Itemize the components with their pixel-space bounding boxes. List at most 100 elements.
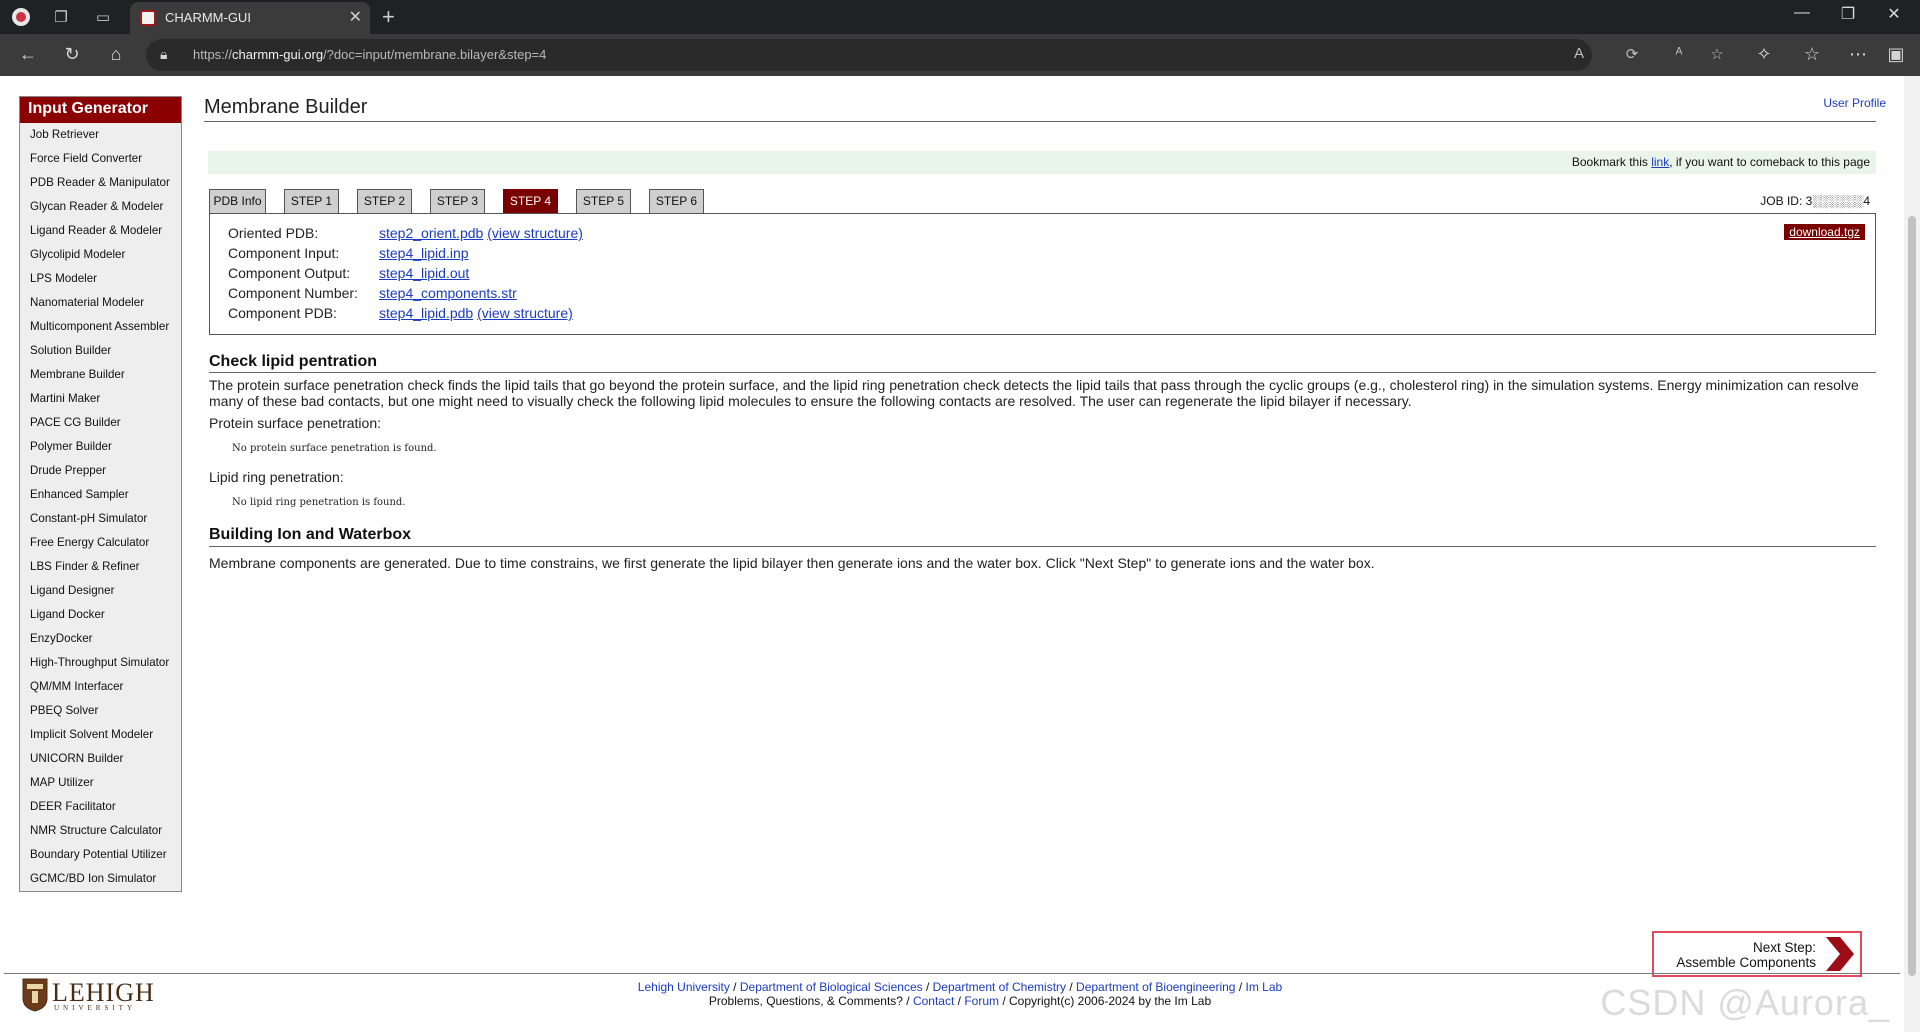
sidebar-item-lbs-finder-refiner[interactable]: LBS Finder & Refiner bbox=[20, 555, 181, 579]
file-link[interactable]: step2_orient.pdb bbox=[379, 225, 483, 241]
extensions-icon[interactable]: ✧ bbox=[1752, 44, 1776, 65]
output-files-box: download.tgz Oriented PDB: step2_orient.p… bbox=[209, 213, 1876, 335]
footer-link-department-of-chemistry[interactable]: Department of Chemistry bbox=[933, 980, 1066, 994]
sidebar-item-qm-mm-interfacer[interactable]: QM/MM Interfacer bbox=[20, 675, 181, 699]
bookmark-suffix: , if you want to comeback to this page bbox=[1669, 155, 1870, 169]
job-id: JOB ID: 3░░░░░░4 bbox=[1760, 194, 1870, 208]
sidebar-item-polymer-builder[interactable]: Polymer Builder bbox=[20, 435, 181, 459]
next-step-button[interactable]: Next Step: Assemble Components bbox=[1652, 931, 1862, 977]
tab-step-3[interactable]: STEP 3 bbox=[430, 189, 485, 213]
bookmark-link[interactable]: link bbox=[1651, 155, 1669, 169]
sidebar-item-solution-builder[interactable]: Solution Builder bbox=[20, 339, 181, 363]
more-options-icon[interactable]: ⋯ bbox=[1846, 44, 1870, 65]
sidebar-item-drude-prepper[interactable]: Drude Prepper bbox=[20, 459, 181, 483]
lock-icon[interactable]: 🔒︎ bbox=[160, 46, 167, 63]
profile-avatar-icon[interactable] bbox=[10, 6, 32, 28]
sidebar-item-glycolipid-modeler[interactable]: Glycolipid Modeler bbox=[20, 243, 181, 267]
sidebar-item-lps-modeler[interactable]: LPS Modeler bbox=[20, 267, 181, 291]
footer-link-department-of-biological-sciences[interactable]: Department of Biological Sciences bbox=[740, 980, 923, 994]
home-icon[interactable]: ⌂ bbox=[104, 44, 128, 65]
footer-problems-text: Problems, Questions, & Comments? / bbox=[708, 994, 913, 1008]
sidebar-item-free-energy-calculator[interactable]: Free Energy Calculator bbox=[20, 531, 181, 555]
sidebar-item-constant-ph-simulator[interactable]: Constant-pH Simulator bbox=[20, 507, 181, 531]
sidebar-item-multicomponent-assembler[interactable]: Multicomponent Assembler bbox=[20, 315, 181, 339]
sidebar-item-membrane-builder[interactable]: Membrane Builder bbox=[20, 363, 181, 387]
sidebar-item-martini-maker[interactable]: Martini Maker bbox=[20, 387, 181, 411]
file-label: Component Input: bbox=[228, 245, 340, 261]
sidebar-item-pbeq-solver[interactable]: PBEQ Solver bbox=[20, 699, 181, 723]
sidebar-item-ligand-designer[interactable]: Ligand Designer bbox=[20, 579, 181, 603]
sidebar-item-boundary-potential-utilizer[interactable]: Boundary Potential Utilizer bbox=[20, 843, 181, 867]
file-link[interactable]: step4_lipid.out bbox=[379, 265, 469, 281]
browser-tab-bar: ❐ ▭ CHARMM-GUI ✕ + — ❐ ✕ bbox=[0, 0, 1920, 34]
page-title: Membrane Builder bbox=[204, 96, 368, 118]
footer-link-lehigh-university[interactable]: Lehigh University bbox=[638, 980, 730, 994]
sidebar-toggle-icon[interactable]: ▣ bbox=[1884, 44, 1908, 65]
translate-icon[interactable]: ⟳ bbox=[1621, 45, 1643, 63]
workspaces-icon[interactable]: ❐ bbox=[50, 6, 72, 28]
file-link[interactable]: step4_lipid.inp bbox=[379, 245, 469, 261]
bookmark-bar: Bookmark this link, if you want to comeb… bbox=[208, 151, 1876, 174]
back-icon[interactable]: ← bbox=[16, 44, 40, 65]
sidebar-item-ligand-docker[interactable]: Ligand Docker bbox=[20, 603, 181, 627]
footer-contact-link[interactable]: Contact bbox=[913, 994, 954, 1008]
sidebar-item-enhanced-sampler[interactable]: Enhanced Sampler bbox=[20, 483, 181, 507]
sidebar-item-glycan-reader-modeler[interactable]: Glycan Reader & Modeler bbox=[20, 195, 181, 219]
sidebar-item-unicorn-builder[interactable]: UNICORN Builder bbox=[20, 747, 181, 771]
sidebar-item-pdb-reader-manipulator[interactable]: PDB Reader & Manipulator bbox=[20, 171, 181, 195]
restore-icon[interactable]: ❐ bbox=[1825, 4, 1871, 24]
footer-forum-link[interactable]: Forum bbox=[964, 994, 999, 1008]
vertical-tabs-icon[interactable]: ▭ bbox=[92, 6, 114, 28]
new-tab-icon[interactable]: + bbox=[382, 4, 395, 30]
refresh-icon[interactable]: ↻ bbox=[60, 44, 84, 65]
sidebar-item-deer-facilitator[interactable]: DEER Facilitator bbox=[20, 795, 181, 819]
view-structure-link[interactable]: (view structure) bbox=[477, 305, 573, 321]
close-tab-icon[interactable]: ✕ bbox=[349, 7, 362, 27]
sidebar-item-ligand-reader-modeler[interactable]: Ligand Reader & Modeler bbox=[20, 219, 181, 243]
footer-copyright: / Copyright(c) 2006-2024 by the Im Lab bbox=[999, 994, 1212, 1008]
sidebar-item-job-retriever[interactable]: Job Retriever bbox=[20, 123, 181, 147]
tab-step-6[interactable]: STEP 6 bbox=[649, 189, 704, 213]
tab-step-2[interactable]: STEP 2 bbox=[357, 189, 412, 213]
footer-link-im-lab[interactable]: Im Lab bbox=[1246, 980, 1283, 994]
page-scrollbar[interactable] bbox=[1904, 76, 1920, 1032]
sidebar-item-nanomaterial-modeler[interactable]: Nanomaterial Modeler bbox=[20, 291, 181, 315]
check-divider bbox=[209, 372, 1876, 373]
tab-step-5[interactable]: STEP 5 bbox=[576, 189, 631, 213]
user-profile-link[interactable]: User Profile bbox=[1823, 96, 1886, 110]
close-window-icon[interactable]: ✕ bbox=[1871, 4, 1917, 24]
title-divider bbox=[204, 121, 1876, 122]
download-tgz-button[interactable]: download.tgz bbox=[1784, 224, 1865, 240]
url-text[interactable]: https://charmm-gui.org/?doc=input/membra… bbox=[193, 47, 546, 62]
footer-link-department-of-bioengineering[interactable]: Department of Bioengineering bbox=[1076, 980, 1235, 994]
minimize-icon[interactable]: — bbox=[1779, 4, 1825, 22]
text-size-icon[interactable]: ᴬ bbox=[1668, 45, 1690, 62]
file-label: Oriented PDB: bbox=[228, 225, 319, 241]
sidebar-item-force-field-converter[interactable]: Force Field Converter bbox=[20, 147, 181, 171]
favorites-icon[interactable]: ☆ bbox=[1800, 44, 1824, 65]
ion-heading: Building Ion and Waterbox bbox=[209, 526, 412, 543]
job-id-value: 3░░░░░░4 bbox=[1805, 194, 1870, 208]
file-value: step2_orient.pdb (view structure) bbox=[379, 225, 583, 241]
tab-step-4[interactable]: STEP 4 bbox=[503, 189, 558, 213]
favorite-star-icon[interactable]: ☆ bbox=[1706, 45, 1728, 63]
sidebar-item-pace-cg-builder[interactable]: PACE CG Builder bbox=[20, 411, 181, 435]
sidebar-item-high-throughput-simulator[interactable]: High-Throughput Simulator bbox=[20, 651, 181, 675]
tab-step-1[interactable]: STEP 1 bbox=[284, 189, 339, 213]
sidebar-item-implicit-solvent-modeler[interactable]: Implicit Solvent Modeler bbox=[20, 723, 181, 747]
file-link[interactable]: step4_lipid.pdb bbox=[379, 305, 473, 321]
sidebar-item-map-utilizer[interactable]: MAP Utilizer bbox=[20, 771, 181, 795]
scrollbar-thumb[interactable] bbox=[1908, 216, 1916, 976]
read-aloud-icon[interactable]: A bbox=[1568, 45, 1590, 62]
file-label: Component Number: bbox=[228, 285, 358, 301]
view-structure-link[interactable]: (view structure) bbox=[487, 225, 583, 241]
tab-pdb-info[interactable]: PDB Info bbox=[209, 189, 266, 213]
address-bar[interactable]: 🔒︎ https://charmm-gui.org/?doc=input/mem… bbox=[146, 39, 1724, 71]
next-step-line2: Assemble Components bbox=[1676, 955, 1816, 970]
file-link[interactable]: step4_components.str bbox=[379, 285, 517, 301]
browser-tab-active[interactable]: CHARMM-GUI ✕ bbox=[130, 2, 370, 34]
chevron-right-icon bbox=[1826, 937, 1854, 971]
sidebar-item-gcmc-bd-ion-simulator[interactable]: GCMC/BD Ion Simulator bbox=[20, 867, 181, 891]
sidebar-item-enzydocker[interactable]: EnzyDocker bbox=[20, 627, 181, 651]
sidebar-item-nmr-structure-calculator[interactable]: NMR Structure Calculator bbox=[20, 819, 181, 843]
